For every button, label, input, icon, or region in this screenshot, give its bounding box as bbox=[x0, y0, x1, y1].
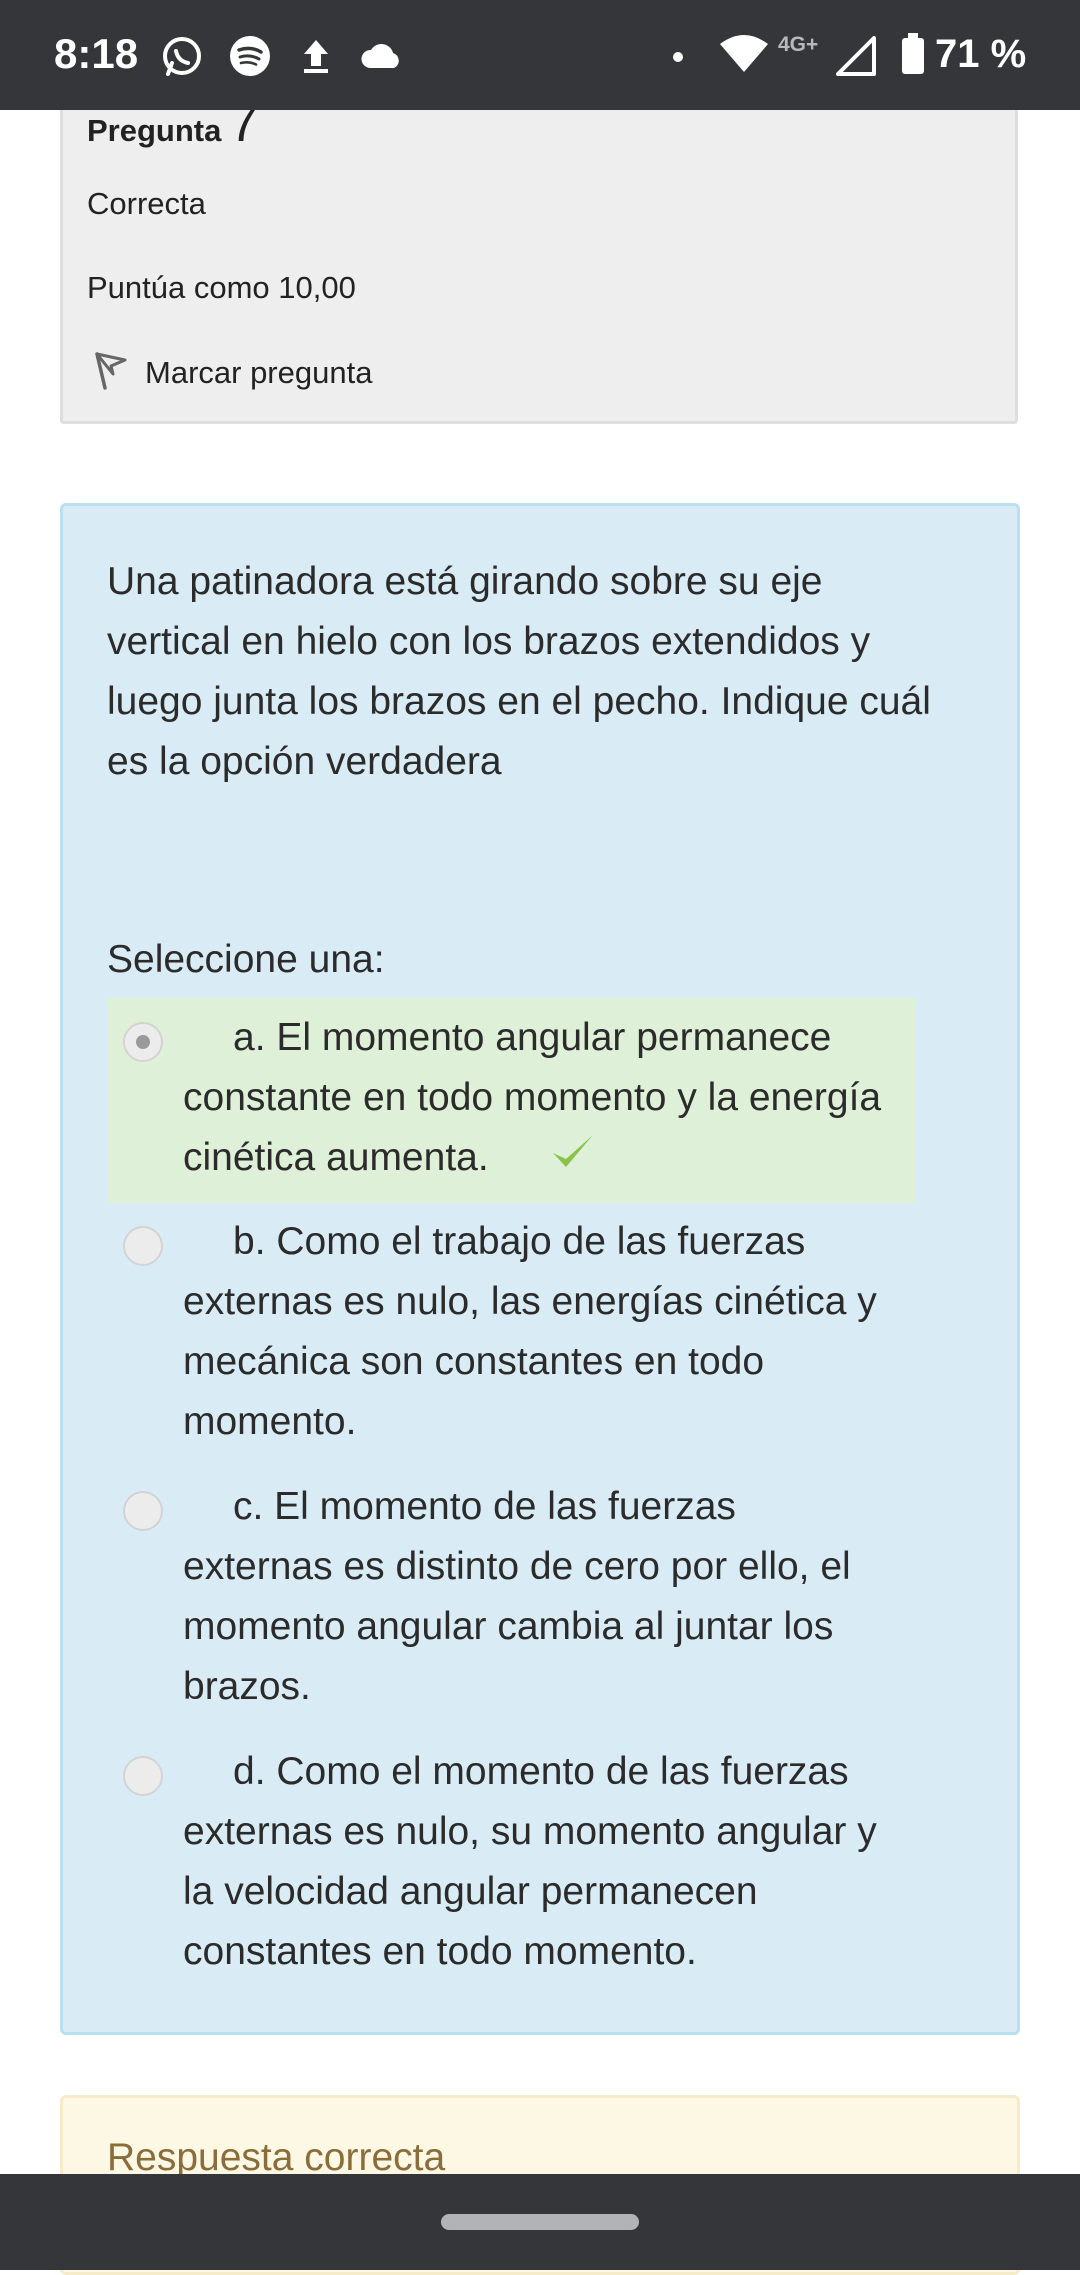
answer-option-d[interactable]: d. Como el momento de las fuerzas extern… bbox=[107, 1732, 915, 1992]
status-bar: 8:18 4G+ 71 % bbox=[0, 0, 1080, 110]
answer-label: c. El momento de las fuerzas externas es… bbox=[183, 1485, 851, 1708]
radio-button[interactable] bbox=[123, 1022, 163, 1062]
checkmark-icon bbox=[499, 1129, 597, 1191]
upload-icon bbox=[298, 34, 334, 83]
answer-label: d. Como el momento de las fuerzas extern… bbox=[183, 1750, 877, 1973]
signal-icon bbox=[834, 36, 876, 81]
spotify-icon bbox=[228, 34, 272, 83]
network-type: 4G+ bbox=[778, 33, 819, 56]
answer-option-a[interactable]: a. El momento angular permanece constant… bbox=[107, 998, 915, 1203]
question-text: Una patinadora está girando sobre su eje… bbox=[107, 560, 931, 783]
home-gesture-handle[interactable] bbox=[441, 2214, 639, 2230]
battery-percent: 71 % bbox=[935, 32, 1027, 76]
question-content: Una patinadora está girando sobre su eje… bbox=[60, 503, 1020, 2035]
notification-dot-icon bbox=[672, 50, 684, 68]
question-label: Pregunta bbox=[87, 113, 222, 148]
question-grade: Puntúa como 10,00 bbox=[87, 270, 356, 305]
radio-button[interactable] bbox=[123, 1756, 163, 1796]
flag-question-button[interactable]: Marcar pregunta bbox=[91, 350, 372, 395]
question-state: Correcta bbox=[87, 186, 206, 221]
clock: 8:18 bbox=[54, 30, 139, 77]
radio-button[interactable] bbox=[123, 1491, 163, 1531]
question-info: Pregunta 7 Correcta Puntúa como 10,00 Mar… bbox=[60, 90, 1018, 424]
answer-option-c[interactable]: c. El momento de las fuerzas externas es… bbox=[107, 1467, 915, 1727]
answer-prompt: Seleccione una: bbox=[107, 938, 385, 981]
wifi-icon bbox=[718, 32, 770, 81]
radio-button[interactable] bbox=[123, 1226, 163, 1266]
navigation-bar bbox=[0, 2174, 1080, 2270]
cloud-icon bbox=[358, 34, 406, 83]
whatsapp-icon bbox=[160, 34, 204, 83]
answer-label: b. Como el trabajo de las fuerzas extern… bbox=[183, 1220, 877, 1443]
answer-option-b[interactable]: b. Como el trabajo de las fuerzas extern… bbox=[107, 1202, 915, 1462]
battery-icon bbox=[900, 32, 926, 81]
flag-label: Marcar pregunta bbox=[145, 354, 373, 390]
flag-icon bbox=[91, 350, 129, 395]
